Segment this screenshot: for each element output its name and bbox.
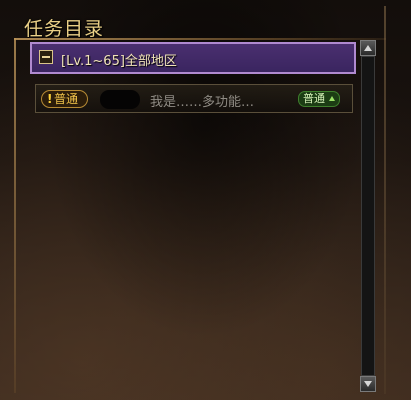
left-border	[14, 38, 16, 393]
quest-title: 我是……多功能…	[150, 95, 255, 110]
down-arrow-icon	[364, 381, 372, 387]
quest-difficulty-label: 普通	[303, 92, 325, 105]
panel-title: 任务目录	[24, 18, 105, 40]
up-arrow-icon	[364, 45, 372, 51]
scroll-up-button[interactable]	[360, 40, 376, 56]
scroll-down-button[interactable]	[360, 376, 376, 392]
quest-type-badge: ! 普通	[41, 90, 88, 108]
quest-group-header[interactable]: [Lv.1~65]全部地区	[30, 42, 356, 74]
quest-list: [Lv.1~65]全部地区 ! 普通 我是……多功能… 普通	[30, 40, 358, 392]
exclamation-icon: !	[47, 92, 53, 106]
quest-directory-panel: 任务目录 [Lv.1~65]全部地区 ! 普通 我是……多功能… 普通	[0, 0, 411, 400]
right-border	[384, 6, 386, 394]
up-triangle-icon	[329, 96, 335, 101]
quest-difficulty-tag: 普通	[298, 91, 340, 107]
redacted-name	[100, 90, 140, 109]
quest-type-label: 普通	[54, 92, 79, 106]
quest-list-scrollbar[interactable]	[360, 40, 376, 392]
quest-group-label: [Lv.1~65]全部地区	[61, 54, 177, 69]
collapse-icon[interactable]	[39, 50, 53, 64]
quest-row[interactable]: ! 普通 我是……多功能… 普通	[35, 84, 353, 113]
scroll-track[interactable]	[361, 56, 375, 376]
